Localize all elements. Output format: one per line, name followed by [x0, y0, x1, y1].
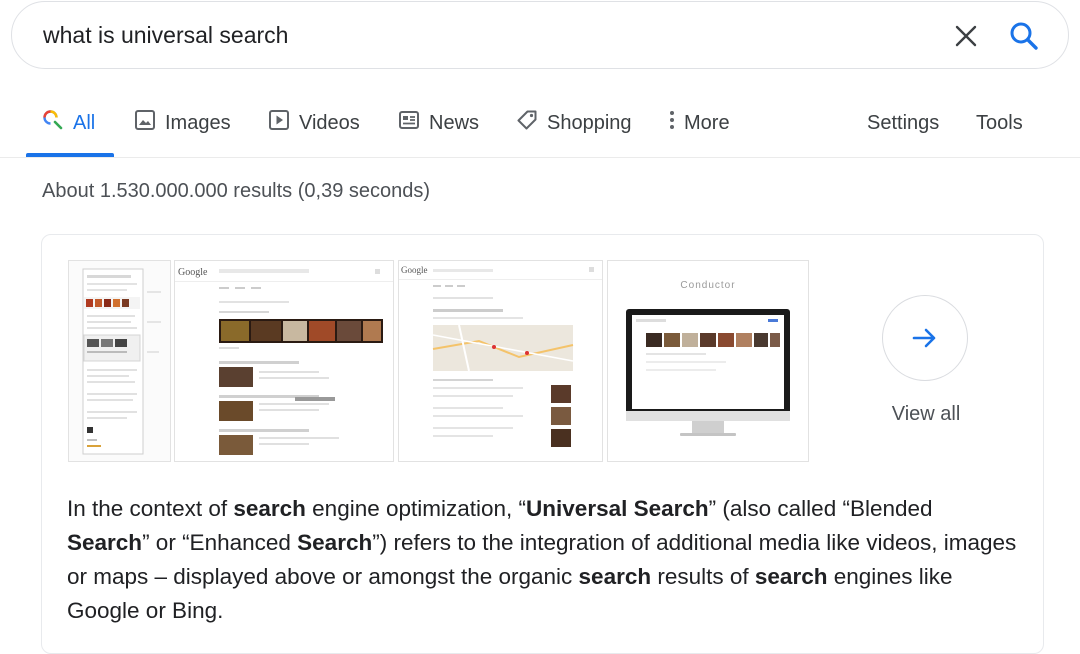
- tab-all[interactable]: All: [42, 108, 95, 138]
- image-thumbnail[interactable]: Google: [398, 260, 603, 462]
- image-thumbnail[interactable]: Conductor: [607, 260, 809, 462]
- more-vert-icon: [666, 109, 678, 137]
- tab-label: Videos: [299, 111, 360, 134]
- featured-snippet: In the context of search engine optimiza…: [67, 492, 1017, 628]
- search-bar[interactable]: what is universal search: [11, 1, 1069, 69]
- snippet-text: ” (also called “Blended: [708, 496, 933, 521]
- search-icon: [1010, 22, 1038, 50]
- screenshot-thumbnail: Google: [175, 261, 393, 461]
- tab-news[interactable]: News: [398, 108, 479, 138]
- result-stats: About 1.530.000.000 results (0,39 second…: [42, 180, 431, 202]
- tab-videos[interactable]: Videos: [268, 108, 360, 138]
- clear-button[interactable]: [952, 22, 980, 50]
- tab-label: Images: [165, 111, 231, 134]
- tag-icon: [516, 109, 538, 137]
- snippet-bold-text: Universal Search: [526, 496, 709, 521]
- tools-label: Tools: [976, 111, 1023, 134]
- image-thumbnail[interactable]: Google: [174, 260, 394, 462]
- image-thumbnail[interactable]: [68, 260, 171, 462]
- snippet-bold-text: search: [578, 564, 652, 589]
- settings-label: Settings: [867, 111, 940, 134]
- video-icon: [268, 109, 290, 137]
- snippet-bold-text: search: [754, 564, 828, 589]
- tools-link[interactable]: Tools: [976, 108, 1023, 138]
- tab-label: News: [429, 111, 480, 134]
- arrow-right-icon: [912, 328, 936, 348]
- image-icon: [134, 109, 156, 137]
- snippet-bold-text: search: [233, 496, 306, 521]
- view-all-button[interactable]: [882, 295, 968, 381]
- snippet-bold-text: Search: [297, 530, 373, 555]
- snippet-text: engine optimization, “: [305, 496, 527, 521]
- snippet-bold-text: Search: [67, 530, 143, 555]
- svg-text:Google: Google: [178, 267, 208, 278]
- tab-more[interactable]: More: [666, 108, 730, 138]
- news-icon: [398, 109, 420, 137]
- tab-label: More: [684, 111, 730, 134]
- tab-label: Shopping: [547, 111, 632, 134]
- tab-images[interactable]: Images: [134, 108, 231, 138]
- close-icon: [955, 25, 977, 47]
- snippet-text: ” or “Enhanced: [142, 530, 298, 555]
- svg-text:Conductor: Conductor: [680, 280, 735, 291]
- tab-shopping[interactable]: Shopping: [516, 108, 632, 138]
- snippet-text: In the context of: [67, 496, 234, 521]
- settings-link[interactable]: Settings: [867, 108, 939, 138]
- svg-text:Google: Google: [401, 265, 428, 275]
- view-all-label[interactable]: View all: [860, 403, 992, 426]
- search-input[interactable]: what is universal search: [43, 22, 288, 49]
- divider: [0, 157, 1080, 158]
- search-button[interactable]: [1008, 20, 1040, 52]
- search-icon: [42, 109, 64, 137]
- monitor-thumbnail: Conductor: [608, 261, 808, 461]
- tab-label: All: [73, 111, 96, 134]
- snippet-text: results of: [651, 564, 755, 589]
- screenshot-thumbnail: [69, 261, 170, 461]
- screenshot-thumbnail: Google: [399, 261, 602, 461]
